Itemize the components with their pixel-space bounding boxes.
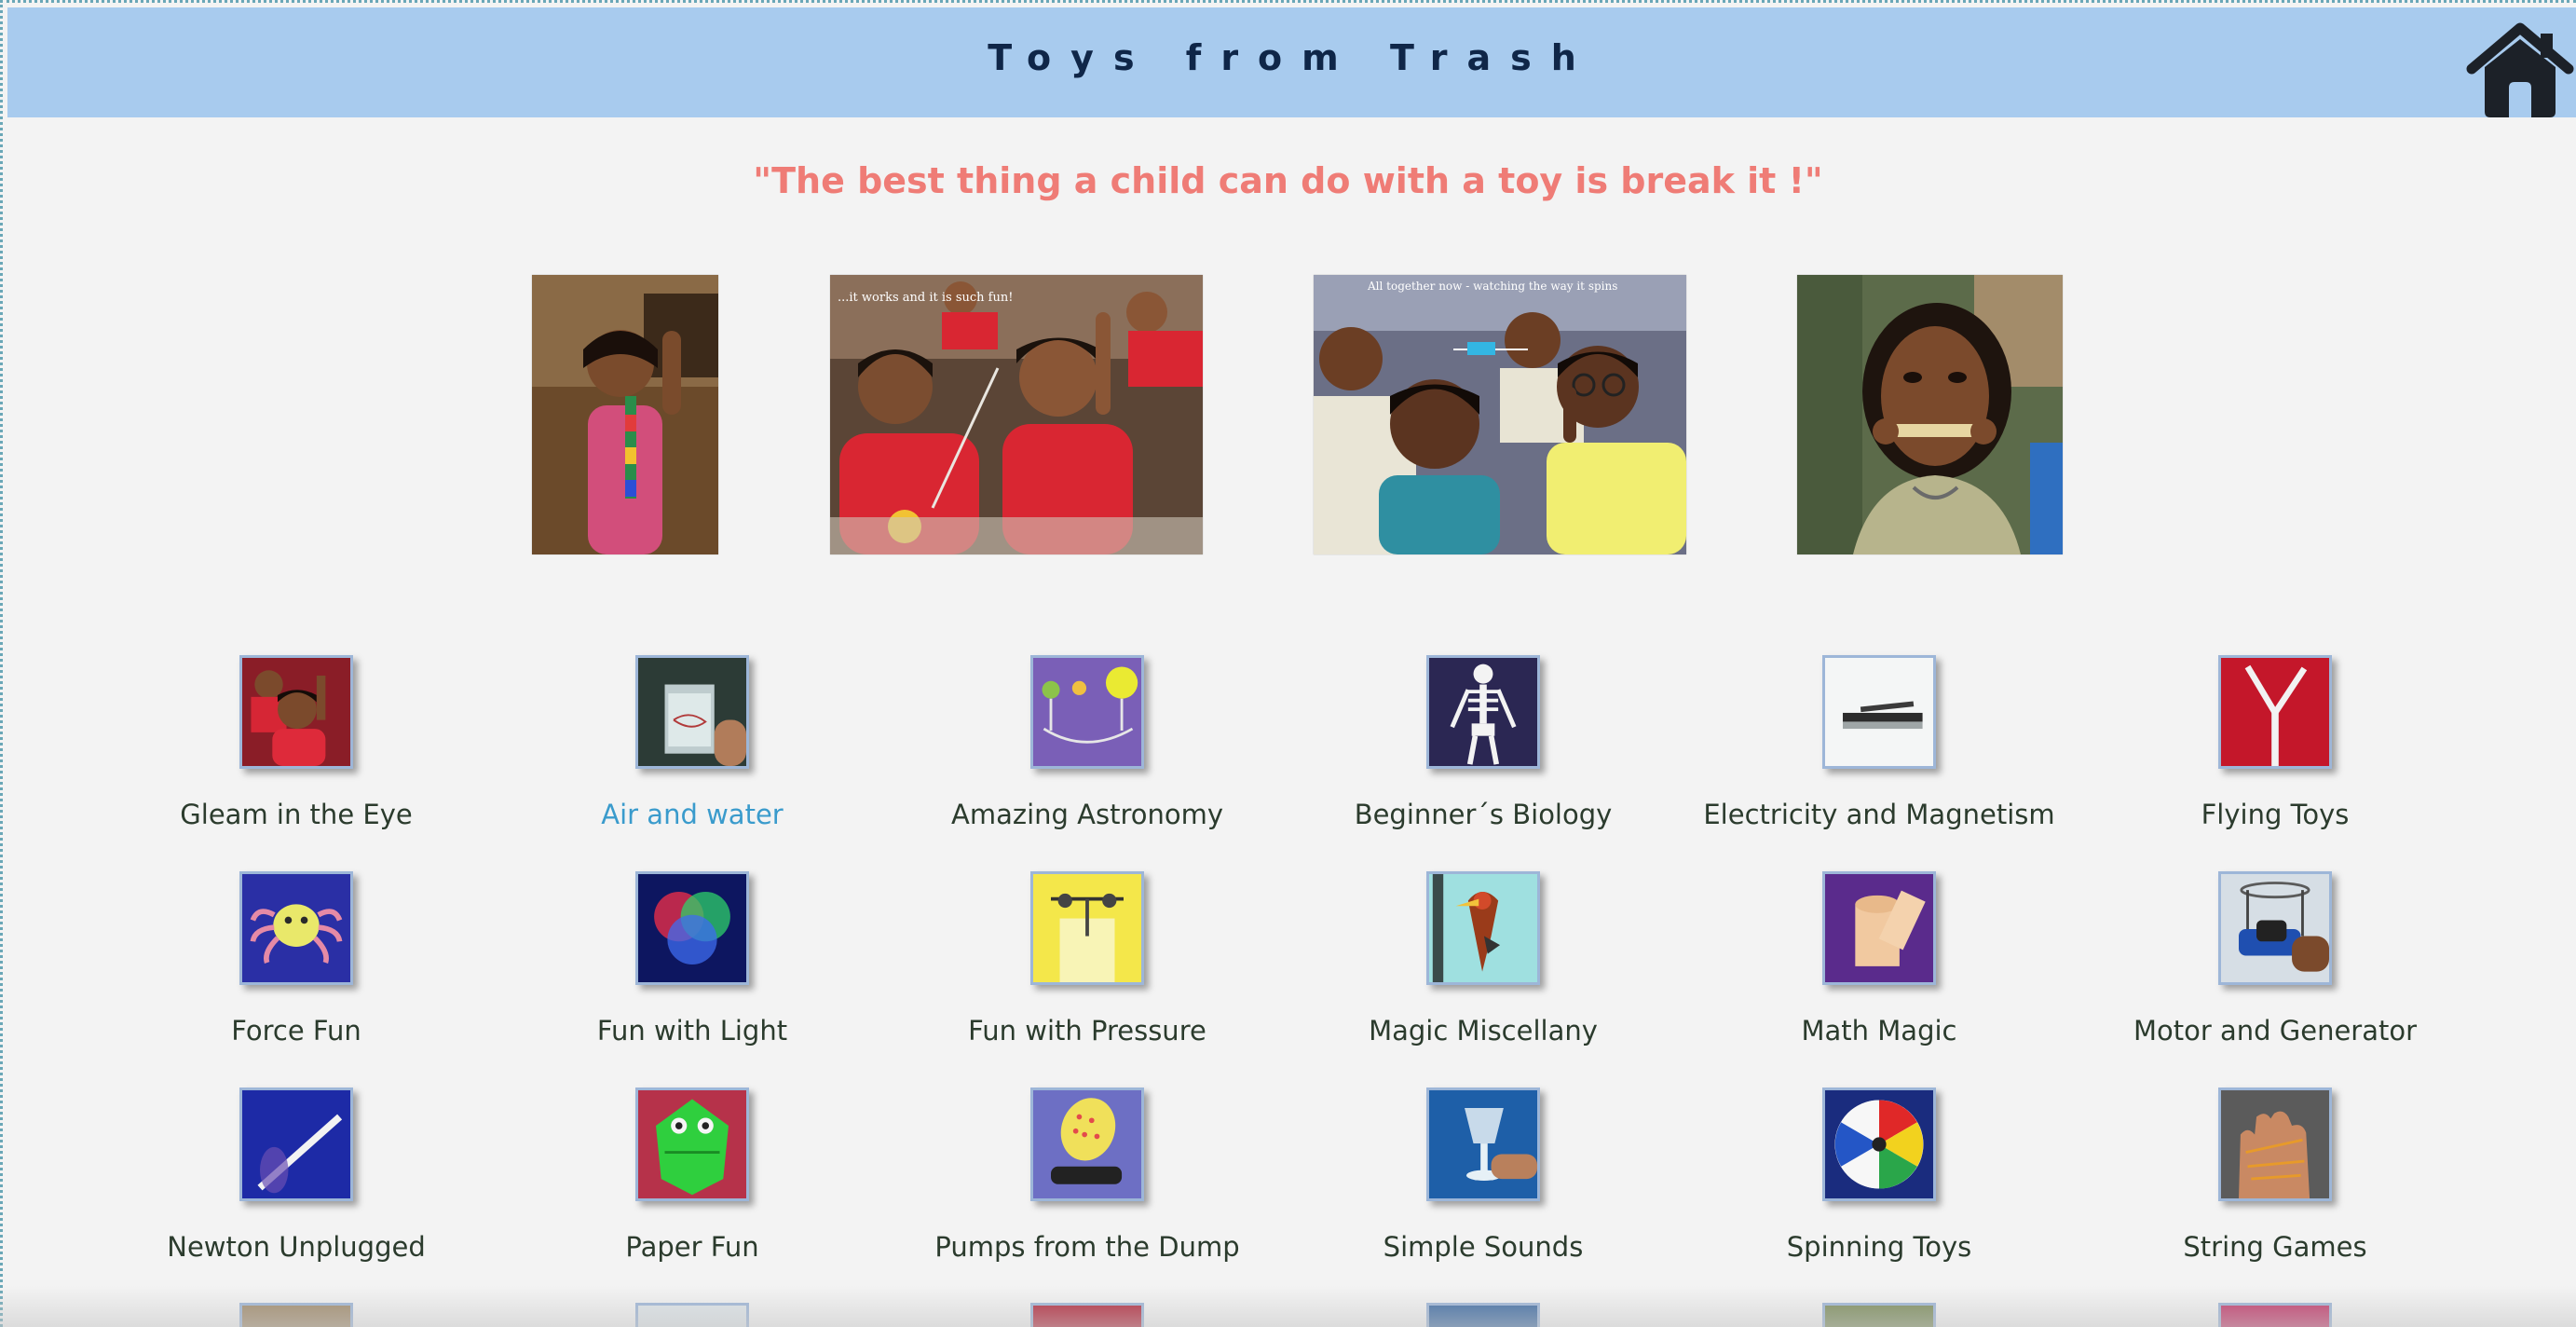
category-thumbnail[interactable]	[1822, 655, 1936, 769]
site-title: Toys from Trash	[988, 37, 1596, 78]
category-tile[interactable]: Paper Fun	[497, 1088, 888, 1263]
category-link[interactable]: Math Magic	[1683, 1015, 2075, 1047]
category-link[interactable]: Newton Unplugged	[101, 1231, 492, 1263]
category-tile[interactable]: Air and water	[497, 655, 888, 830]
home-button[interactable]	[2464, 21, 2576, 117]
category-thumbnail-partial[interactable]	[1030, 1303, 1144, 1327]
category-thumbnail[interactable]	[239, 871, 353, 985]
category-tile[interactable]: Magic Miscellany	[1288, 871, 1679, 1047]
category-link[interactable]: Pumps from the Dump	[892, 1231, 1283, 1263]
photo-girl-with-toy	[532, 275, 718, 554]
category-tile[interactable]: Newton Unplugged	[101, 1088, 492, 1263]
home-icon	[2466, 22, 2574, 117]
category-thumbnail[interactable]	[239, 655, 353, 769]
category-thumbnail-partial[interactable]	[1822, 1303, 1936, 1327]
category-link[interactable]: Spinning Toys	[1683, 1231, 2075, 1263]
category-thumbnail[interactable]	[1822, 1088, 1936, 1201]
category-tile[interactable]: Fun with Pressure	[892, 871, 1283, 1047]
category-thumbnail[interactable]	[1822, 871, 1936, 985]
category-tile[interactable]: Force Fun	[101, 871, 492, 1047]
category-tile[interactable]: String Games	[2079, 1088, 2471, 1263]
category-link[interactable]: Simple Sounds	[1288, 1231, 1679, 1263]
category-tile[interactable]: Electricity and Magnetism	[1683, 655, 2075, 830]
category-link[interactable]: Motor and Generator	[2079, 1015, 2471, 1047]
category-tile[interactable]: Gleam in the Eye	[101, 655, 492, 830]
category-thumbnail[interactable]	[1030, 1088, 1144, 1201]
category-tile[interactable]: Motor and Generator	[2079, 871, 2471, 1047]
category-tile[interactable]: Math Magic	[1683, 871, 2075, 1047]
category-link[interactable]: Air and water	[497, 799, 888, 830]
photo-caption: All together now - watching the way it s…	[1367, 280, 1617, 293]
site-header: Toys from Trash	[7, 7, 2576, 117]
category-thumbnail[interactable]	[2218, 1088, 2332, 1201]
category-thumbnail[interactable]	[1426, 871, 1540, 985]
tagline-quote: "The best thing a child can do with a to…	[753, 160, 1823, 201]
category-tile[interactable]: Pumps from the Dump	[892, 1088, 1283, 1263]
category-thumbnail[interactable]	[239, 1088, 353, 1201]
photo-caption: ...it works and it is such fun!	[838, 291, 1013, 305]
category-tile[interactable]: Fun with Light	[497, 871, 888, 1047]
photo-children-with-toys: ...it works and it is such fun!	[830, 275, 1203, 554]
category-tile[interactable]: Amazing Astronomy	[892, 655, 1283, 830]
category-link[interactable]: Fun with Pressure	[892, 1015, 1283, 1047]
category-tile[interactable]: Beginner´s Biology	[1288, 655, 1679, 830]
category-link[interactable]: Gleam in the Eye	[101, 799, 492, 830]
category-link[interactable]: Electricity and Magnetism	[1683, 799, 2075, 830]
category-thumbnail[interactable]	[635, 655, 749, 769]
category-thumbnail[interactable]	[1030, 871, 1144, 985]
category-link[interactable]: Paper Fun	[497, 1231, 888, 1263]
category-thumbnail-partial[interactable]	[635, 1303, 749, 1327]
category-link[interactable]: Amazing Astronomy	[892, 799, 1283, 830]
category-thumbnail[interactable]	[1426, 1088, 1540, 1201]
category-thumbnail-partial[interactable]	[2218, 1303, 2332, 1327]
category-link[interactable]: Magic Miscellany	[1288, 1015, 1679, 1047]
category-thumbnail-partial[interactable]	[1426, 1303, 1540, 1327]
category-tile[interactable]: Flying Toys	[2079, 655, 2471, 830]
category-thumbnail[interactable]	[2218, 655, 2332, 769]
category-tile[interactable]: Simple Sounds	[1288, 1088, 1679, 1263]
category-link[interactable]: Flying Toys	[2079, 799, 2471, 830]
category-thumbnail[interactable]	[2218, 871, 2332, 985]
category-tile[interactable]: Spinning Toys	[1683, 1088, 2075, 1263]
scroll-fade	[0, 1286, 2576, 1327]
category-thumbnail[interactable]	[1030, 655, 1144, 769]
category-link[interactable]: Beginner´s Biology	[1288, 799, 1679, 830]
category-thumbnail[interactable]	[1426, 655, 1540, 769]
photo-children-watching-spin: All together now - watching the way it s…	[1314, 275, 1686, 554]
photo-girl-blowing-whistle	[1797, 275, 2063, 554]
category-link[interactable]: Fun with Light	[497, 1015, 888, 1047]
category-thumbnail[interactable]	[635, 871, 749, 985]
category-thumbnail-partial[interactable]	[239, 1303, 353, 1327]
category-thumbnail[interactable]	[635, 1088, 749, 1201]
category-link[interactable]: String Games	[2079, 1231, 2471, 1263]
category-link[interactable]: Force Fun	[101, 1015, 492, 1047]
